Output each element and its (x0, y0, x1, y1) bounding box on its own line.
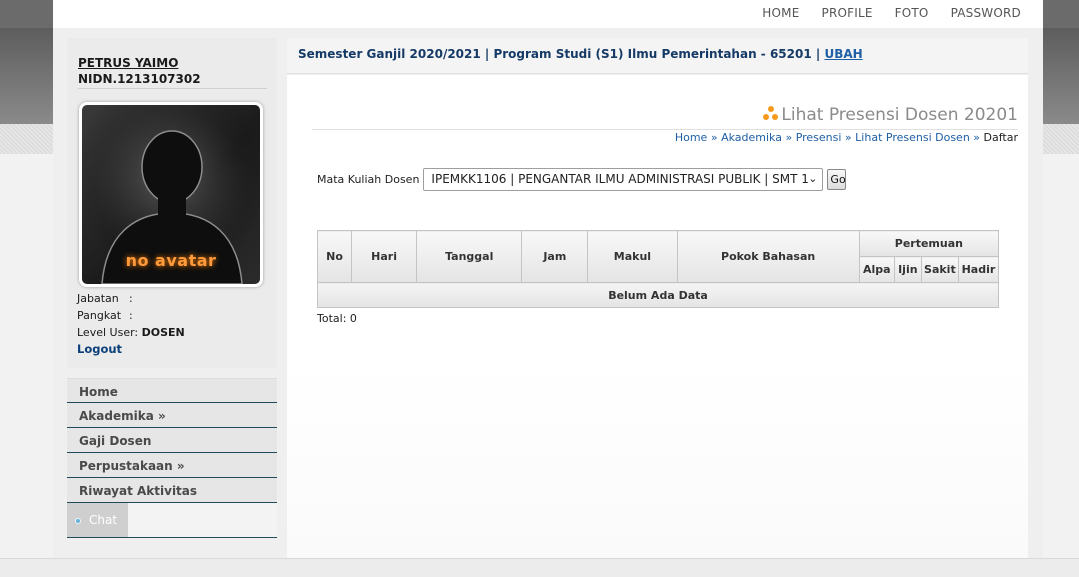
jabatan-label: Jabatan (77, 292, 119, 305)
course-select[interactable]: IPEMKK1106 | PENGANTAR ILMU ADMINISTRASI… (423, 168, 824, 191)
footer-strip (0, 558, 1079, 577)
jabatan-row: Jabatan: (77, 292, 133, 305)
breadcrumb-sep: » (707, 131, 722, 144)
col-ijin: Ijin (893, 256, 922, 283)
nav-password[interactable]: PASSWORD (951, 6, 1021, 20)
sidebar-item-perpustakaan[interactable]: Perpustakaan » (67, 453, 277, 478)
nav-home[interactable]: HOME (762, 6, 799, 20)
top-nav: HOME PROFILE FOTO PASSWORD (53, 0, 1043, 28)
breadcrumb-home[interactable]: Home (675, 131, 707, 144)
breadcrumb: Home » Akademika » Presensi » Lihat Pres… (675, 131, 1018, 144)
empty-row: Belum Ada Data (317, 282, 999, 308)
avatar-label: no avatar (125, 251, 217, 270)
breadcrumb-sep: » (969, 131, 984, 144)
col-sakit: Sakit (920, 256, 959, 283)
attendance-table: No Hari Tanggal Jam Makul Pokok Bahasan … (316, 230, 1000, 308)
col-no: No (316, 230, 353, 283)
breadcrumb-sep: » (781, 131, 796, 144)
course-select-value: IPEMKK1106 | PENGANTAR ILMU ADMINISTRASI… (431, 172, 809, 186)
title-divider (312, 129, 1018, 130)
nav-foto[interactable]: FOTO (895, 6, 929, 20)
col-hari: Hari (351, 230, 418, 283)
col-hadir: Hadir (957, 256, 1000, 283)
breadcrumb-lihat-presensi[interactable]: Lihat Presensi Dosen (855, 131, 970, 144)
ubah-link[interactable]: UBAH (824, 47, 862, 61)
level-row: Level User: DOSEN (77, 326, 185, 339)
semester-bar: Semester Ganjil 2020/2021 | Program Stud… (287, 38, 1028, 74)
sidebar-item-akademika[interactable]: Akademika » (67, 403, 277, 428)
course-filter: Mata Kuliah Dosen IPEMKK1106 | PENGANTAR… (317, 168, 847, 191)
sidebar-menu: Home Akademika » Gaji Dosen Perpustakaan… (67, 378, 277, 538)
chat-label: Chat (89, 513, 118, 527)
breadcrumb-akademika[interactable]: Akademika (721, 131, 782, 144)
filter-label: Mata Kuliah Dosen (317, 173, 420, 186)
jabatan-value: : (129, 292, 133, 305)
go-button[interactable]: Go (827, 169, 847, 190)
page-title-text: Lihat Presensi Dosen 20201 (781, 105, 1018, 125)
page-shell: HOME PROFILE FOTO PASSWORD PETRUS YAIMO … (53, 0, 1043, 558)
col-pokok-bahasan: Pokok Bahasan (676, 230, 860, 283)
breadcrumb-current: Daftar (983, 131, 1018, 144)
profile-panel: PETRUS YAIMO NIDN.1213107302 no avatar J… (67, 38, 277, 368)
level-value: DOSEN (141, 326, 185, 339)
avatar: no avatar (79, 102, 263, 287)
user-nidn: NIDN.1213107302 (78, 72, 201, 86)
total-count: Total: 0 (317, 312, 357, 325)
main-content: Lihat Presensi Dosen 20201 Home » Akadem… (287, 75, 1028, 558)
sidebar-item-home[interactable]: Home (67, 378, 277, 403)
sidebar-item-riwayat-aktivitas[interactable]: Riwayat Aktivitas (67, 478, 277, 503)
logout-link[interactable]: Logout (77, 342, 122, 356)
breadcrumb-sep: » (841, 131, 856, 144)
status-dot-icon (75, 517, 81, 524)
col-jam: Jam (521, 230, 589, 283)
col-alpa: Alpa (858, 256, 895, 283)
chat-row: Chat (67, 503, 277, 538)
bullet-dots-icon (763, 105, 779, 121)
chat-button[interactable]: Chat (67, 503, 128, 537)
pangkat-value: : (129, 309, 133, 322)
col-pertemuan: Pertemuan (858, 230, 1000, 257)
breadcrumb-presensi[interactable]: Presensi (796, 131, 842, 144)
sidebar-item-gaji-dosen[interactable]: Gaji Dosen (67, 428, 277, 453)
page-title: Lihat Presensi Dosen 20201 (763, 105, 1018, 125)
col-tanggal: Tanggal (416, 230, 523, 283)
chevron-down-icon: ⌄ (808, 172, 818, 185)
semester-text: Semester Ganjil 2020/2021 | Program Stud… (298, 47, 821, 61)
divider (78, 88, 267, 89)
user-name[interactable]: PETRUS YAIMO (78, 56, 178, 70)
col-makul: Makul (587, 230, 678, 283)
pangkat-row: Pangkat: (77, 309, 133, 322)
nav-profile[interactable]: PROFILE (822, 6, 873, 20)
level-label: Level User: (77, 326, 139, 339)
pangkat-label: Pangkat (77, 309, 122, 322)
